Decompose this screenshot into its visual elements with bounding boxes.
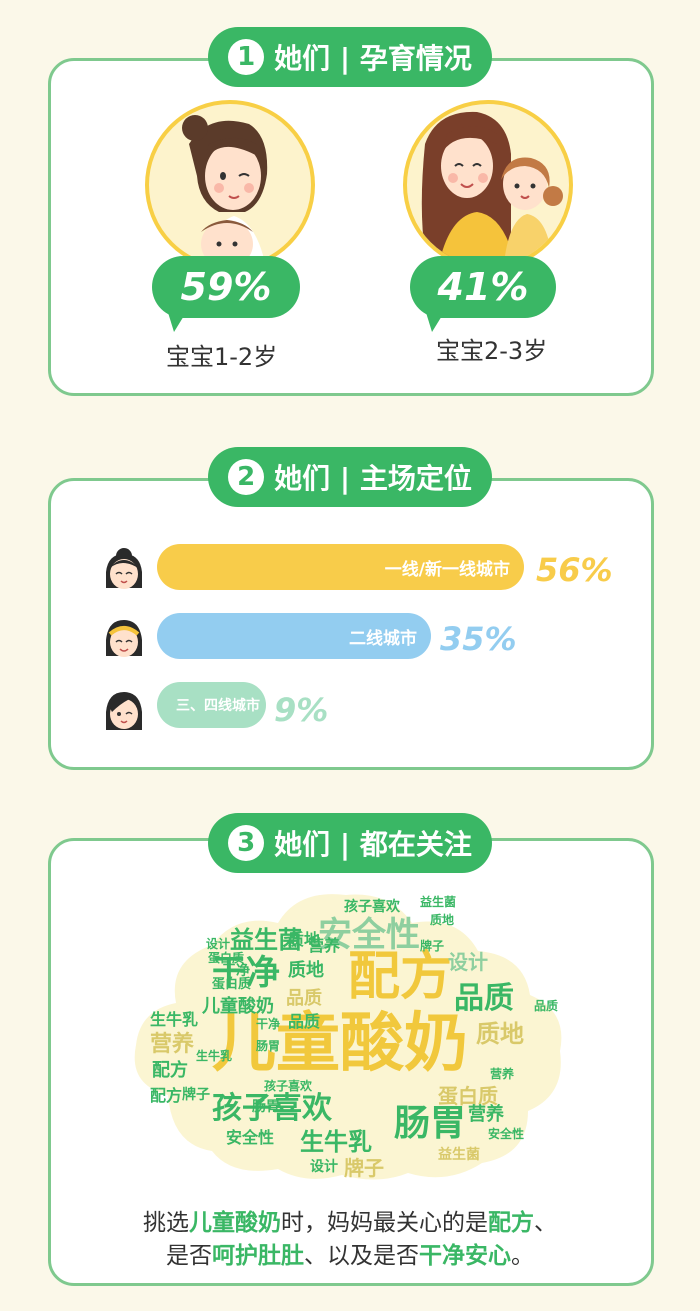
conclusion-highlight: 配方 — [488, 1210, 534, 1236]
word-cloud-term: 孩子喜欢 — [344, 899, 400, 915]
word-cloud-term: 营养 — [308, 936, 341, 955]
city-percentage: 56% — [536, 551, 613, 589]
word-cloud-term: 安全性 — [226, 1128, 275, 1147]
word-cloud-term: 儿童酸奶 — [212, 1007, 468, 1081]
word-cloud-term: 干净 — [222, 963, 250, 979]
word-cloud-term: 质地 — [476, 1020, 524, 1048]
word-cloud-term: 肠胃 — [252, 1099, 280, 1115]
mother-toddler-illustration — [403, 100, 573, 270]
word-cloud-term: 牌子 — [182, 1087, 210, 1103]
avatar-woman-headband-icon — [106, 620, 142, 657]
word-cloud-term: 生牛乳 — [196, 1049, 233, 1063]
conclusion-text: 时，妈妈最关心的是 — [281, 1210, 488, 1236]
word-cloud-term: 牌子 — [344, 1156, 384, 1180]
word-cloud-term: 品质 — [534, 999, 559, 1013]
word-cloud-term: 肠胃 — [256, 1039, 281, 1053]
city-bar-tier2: 二线城市 — [157, 613, 431, 659]
conclusion-text: 挑选 — [143, 1210, 189, 1236]
word-cloud-term: 品质 — [286, 988, 322, 1009]
word-cloud-term: 益生菌 — [420, 895, 457, 909]
section-title-pill-parenting: 1 她们 | 孕育情况 — [208, 27, 492, 87]
word-cloud-term: 营养 — [468, 1104, 504, 1125]
city-bar-label: 三、四线城市 — [176, 698, 260, 714]
word-cloud-term: 牌子 — [420, 939, 445, 953]
word-cloud-term: 设计 — [310, 1159, 338, 1175]
word-cloud-term: 蛋白质 — [438, 1084, 498, 1108]
section-number-badge: 1 — [228, 39, 265, 75]
conclusion-highlight: 儿童酸奶 — [189, 1210, 281, 1236]
avatar-woman-icon — [106, 548, 142, 589]
city-bar-tier3: 三、四线城市 — [157, 682, 266, 728]
conclusion-text: 、 — [534, 1210, 557, 1236]
word-cloud-term: 质地 — [288, 960, 324, 981]
word-cloud-term: 配方 — [152, 1060, 188, 1081]
word-cloud-term: 蛋白质 — [212, 977, 252, 992]
conclusion-text: 是否 — [166, 1243, 212, 1269]
mother-baby-illustration — [145, 100, 315, 270]
bubble-tail — [424, 306, 448, 332]
word-cloud-term: 配方 — [150, 1086, 183, 1105]
word-cloud-term: 设计 — [206, 937, 231, 951]
conclusion-text: 、以及是否 — [304, 1243, 419, 1269]
section-title-pill-cities: 2 她们 | 主场定位 — [208, 447, 492, 507]
conclusion-text: 。 — [511, 1243, 534, 1269]
percentage-text: 41% — [437, 265, 529, 309]
avatar-woman-ponytail-icon — [106, 692, 142, 730]
word-cloud-term: 肠胃 — [394, 1103, 467, 1144]
bubble-tail — [166, 306, 190, 332]
word-cloud-term: 配方 — [348, 947, 453, 1007]
city-percentage: 35% — [440, 620, 517, 658]
conclusion-line-2: 是否呵护肚肚、以及是否干净安心。 — [70, 1236, 630, 1276]
word-cloud-term: 设计 — [448, 950, 488, 974]
section-number-badge: 2 — [228, 459, 265, 495]
section-title-pill-concerns: 3 她们 | 都在关注 — [208, 813, 492, 873]
word-cloud-term: 孩子喜欢 — [264, 1079, 313, 1093]
word-cloud-term: 质地 — [430, 913, 455, 927]
city-bar-label: 一线/新一线城市 — [384, 559, 510, 580]
word-cloud-term: 营养 — [150, 1032, 195, 1057]
word-cloud-term: 品质 — [454, 981, 514, 1016]
word-cloud-term: 品质 — [288, 1012, 321, 1031]
percentage-text: 59% — [180, 265, 272, 309]
word-cloud-term: 生牛乳 — [300, 1128, 372, 1156]
section-title: 她们 | 都在关注 — [274, 828, 472, 861]
word-cloud-term: 益生菌 — [438, 1147, 480, 1163]
age-label-1-2: 宝宝1-2岁 — [166, 343, 278, 371]
conclusion-highlight: 呵护肚肚 — [212, 1243, 304, 1269]
word-cloud-term: 儿童酸奶 — [202, 996, 274, 1017]
section-title: 她们 | 孕育情况 — [274, 42, 472, 75]
section-number-badge: 3 — [228, 825, 265, 861]
section-title: 她们 | 主场定位 — [274, 462, 472, 495]
word-cloud-term: 干净 — [256, 1017, 281, 1031]
conclusion-highlight: 干净安心 — [419, 1243, 511, 1269]
word-cloud-term: 生牛乳 — [150, 1010, 199, 1029]
city-percentage: 9% — [274, 691, 329, 729]
word-cloud-term: 蛋白质 — [208, 951, 245, 965]
city-bar-label: 二线城市 — [349, 628, 417, 649]
section-card-parenting — [48, 58, 654, 396]
word-cloud-term: 安全性 — [488, 1127, 525, 1141]
age-label-2-3: 宝宝2-3岁 — [436, 337, 548, 365]
city-bar-tier1: 一线/新一线城市 — [157, 544, 524, 590]
word-cloud-term: 营养 — [490, 1067, 515, 1081]
